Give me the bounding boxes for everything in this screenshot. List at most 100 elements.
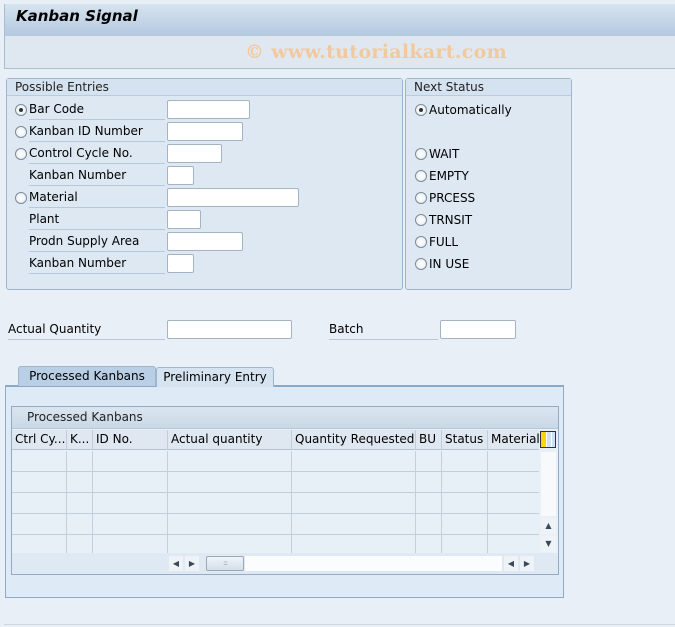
table-cell[interactable] <box>93 451 168 472</box>
watermark: © www.tutorialkart.com <box>245 41 508 63</box>
plant-input[interactable] <box>167 210 201 229</box>
table-cell[interactable] <box>488 514 539 535</box>
table-cell[interactable] <box>442 493 488 514</box>
table-cell[interactable] <box>488 451 539 472</box>
table-cell[interactable] <box>168 493 292 514</box>
table-cell[interactable] <box>442 451 488 472</box>
plant-label: Plant <box>29 210 165 230</box>
status-full-radio[interactable] <box>415 236 427 248</box>
status-empty-radio[interactable] <box>415 170 427 182</box>
bar-code-radio[interactable] <box>15 104 27 116</box>
control-cycle-label: Control Cycle No. <box>29 144 165 164</box>
prodn-supply-area-input[interactable] <box>167 232 243 251</box>
table-cell[interactable] <box>12 451 67 472</box>
control-cycle-radio[interactable] <box>15 148 27 160</box>
status-transit-radio[interactable] <box>415 214 427 226</box>
status-automatically-label: Automatically <box>429 103 512 117</box>
status-process-radio[interactable] <box>415 192 427 204</box>
status-process-label: PRCESS <box>429 191 476 205</box>
material-radio[interactable] <box>15 192 27 204</box>
table-cell[interactable] <box>292 514 416 535</box>
status-in-use-radio[interactable] <box>415 258 427 270</box>
scroll-left-2-icon[interactable]: ◀ <box>504 556 518 571</box>
status-wait-label: WAIT <box>429 147 460 161</box>
kanban-id-number-label: Kanban ID Number <box>29 122 165 142</box>
table-cell[interactable] <box>93 472 168 493</box>
table-row[interactable] <box>12 472 539 493</box>
scroll-down-icon[interactable]: ▼ <box>541 536 556 552</box>
actual-quantity-input[interactable] <box>167 320 292 339</box>
table-cell[interactable] <box>442 472 488 493</box>
table-cell[interactable] <box>292 472 416 493</box>
prodn-supply-area-label: Prodn Supply Area <box>29 232 165 252</box>
status-automatically-radio[interactable] <box>415 104 427 116</box>
column-header-ctrl-cycle[interactable]: Ctrl Cy... <box>12 430 67 450</box>
vertical-scroll-track[interactable] <box>541 452 556 516</box>
scroll-right-icon[interactable]: ▶ <box>185 556 199 571</box>
table-row[interactable] <box>12 493 539 514</box>
table-cell[interactable] <box>416 472 442 493</box>
table-cell[interactable] <box>168 472 292 493</box>
table-cell[interactable] <box>67 514 93 535</box>
column-header-bu[interactable]: BU <box>416 430 442 450</box>
table-cell[interactable] <box>12 493 67 514</box>
actual-quantity-label: Actual Quantity <box>8 320 165 340</box>
scroll-up-icon[interactable]: ▲ <box>541 518 556 534</box>
table-cell[interactable] <box>292 493 416 514</box>
material-label: Material <box>29 188 165 208</box>
bar-code-label: Bar Code <box>29 100 165 120</box>
status-transit-label: TRNSIT <box>429 213 473 227</box>
column-header-kanban[interactable]: K... <box>67 430 93 450</box>
batch-label: Batch <box>329 320 438 340</box>
table-cell[interactable] <box>67 451 93 472</box>
batch-input[interactable] <box>440 320 516 339</box>
horizontal-scroll-track[interactable] <box>245 556 502 571</box>
scroll-left-icon[interactable]: ◀ <box>169 556 183 571</box>
tab-preliminary-entry[interactable]: Preliminary Entry <box>156 367 274 387</box>
table-cell[interactable] <box>488 472 539 493</box>
table-cell[interactable] <box>67 493 93 514</box>
horizontal-scroll-thumb[interactable]: ::: <box>206 556 244 571</box>
table-cell[interactable] <box>416 493 442 514</box>
column-header-material[interactable]: Material <box>488 430 539 450</box>
table-cell[interactable] <box>12 514 67 535</box>
kanban-number-2-input[interactable] <box>167 254 194 273</box>
column-header-quantity-requested[interactable]: Quantity Requested <box>292 430 416 450</box>
table-cell[interactable] <box>93 514 168 535</box>
table-cell[interactable] <box>292 451 416 472</box>
column-header-actual-quantity[interactable]: Actual quantity <box>168 430 292 450</box>
page-title: Kanban Signal <box>16 7 138 25</box>
column-header-id-no[interactable]: ID No. <box>93 430 168 450</box>
bottom-divider <box>4 624 675 625</box>
kanban-id-number-radio[interactable] <box>15 126 27 138</box>
table-column-header: Ctrl Cy... K... ID No. Actual quantity Q… <box>12 430 539 450</box>
kanban-number-2-label: Kanban Number <box>29 254 165 274</box>
scroll-right-2-icon[interactable]: ▶ <box>520 556 534 571</box>
column-settings-icon[interactable] <box>540 431 556 448</box>
table-cell[interactable] <box>168 451 292 472</box>
table-row[interactable] <box>12 451 539 472</box>
material-input[interactable] <box>167 188 299 207</box>
status-empty-label: EMPTY <box>429 169 469 183</box>
table-cell[interactable] <box>416 451 442 472</box>
table-cell[interactable] <box>93 493 168 514</box>
kanban-number-label: Kanban Number <box>29 166 165 186</box>
column-header-status[interactable]: Status <box>442 430 488 450</box>
next-status-header: Next Status <box>406 79 571 96</box>
tab-processed-kanbans[interactable]: Processed Kanbans <box>18 366 156 386</box>
status-full-label: FULL <box>429 235 459 249</box>
kanban-id-number-input[interactable] <box>167 122 243 141</box>
possible-entries-header: Possible Entries <box>7 79 402 96</box>
table-cell[interactable] <box>442 514 488 535</box>
bar-code-input[interactable] <box>167 100 250 119</box>
status-wait-radio[interactable] <box>415 148 427 160</box>
table-cell[interactable] <box>416 514 442 535</box>
status-in-use-label: IN USE <box>429 257 470 271</box>
control-cycle-input[interactable] <box>167 144 222 163</box>
table-cell[interactable] <box>488 493 539 514</box>
table-row[interactable] <box>12 514 539 535</box>
table-cell[interactable] <box>67 472 93 493</box>
kanban-number-input[interactable] <box>167 166 194 185</box>
table-cell[interactable] <box>12 472 67 493</box>
table-cell[interactable] <box>168 514 292 535</box>
